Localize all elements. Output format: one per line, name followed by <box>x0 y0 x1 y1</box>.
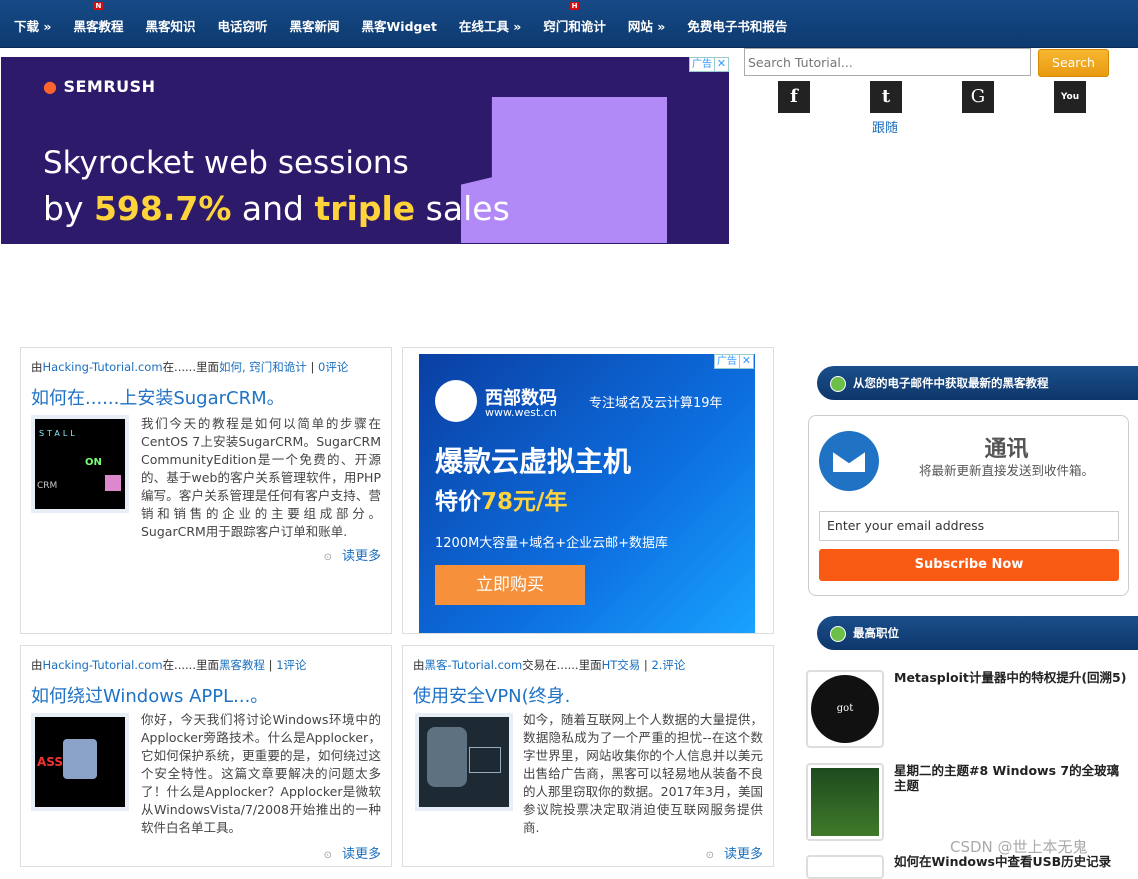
ad2-price: 特价78元/年 <box>435 489 568 515</box>
newsletter-title: 通讯 <box>984 437 1029 462</box>
post-title[interactable]: 使用安全VPN(终身. <box>413 682 570 708</box>
arrow-circle-icon <box>830 626 846 642</box>
post-excerpt: 如今，随着互联网上个人数据的大量提供，数据隐私成为了一个严重的担忧--在这个数字… <box>523 712 763 835</box>
popular-post-title[interactable]: 星期二的主题#8 Windows 7的全玻璃主题 <box>894 763 1130 793</box>
popular-post-title[interactable]: Metasploit计量器中的特权提升(回溯5) <box>894 670 1130 685</box>
nav-item-hacking-knowledge[interactable]: 黑客知识 <box>145 16 195 35</box>
nav-item-tips-tricks[interactable]: H 窍门和诡计 <box>543 2 606 35</box>
post-excerpt: 我们今天的教程是如何以简单的步骤在CentOS 7上安装SugarCRM。Sug… <box>141 416 381 539</box>
nav-item-online-tools[interactable]: 在线工具 » <box>459 16 521 35</box>
watermark: CSDN @世上本无鬼 <box>950 838 1088 856</box>
ad-close-icon[interactable]: ✕ <box>739 354 754 369</box>
nav-item-hacking-tutorial[interactable]: N 黑客教程 <box>73 2 123 35</box>
post-card: 由Hacking-Tutorial.com在......里面黑客教程 | 1评论… <box>20 645 392 867</box>
hot-badge: H <box>569 2 580 10</box>
read-more-link[interactable]: 读更多 <box>706 843 763 862</box>
newsletter-description: 将最新更新直接发送到收件箱。 <box>918 463 1094 478</box>
nav-item-websites[interactable]: 网站 » <box>628 16 665 35</box>
category-link[interactable]: 黑客教程 <box>219 658 265 672</box>
ad2-headline: 爆款云虚拟主机 <box>435 445 632 478</box>
author-link[interactable]: Hacking-Tutorial.com <box>43 360 163 374</box>
comments-link[interactable]: 2.评论 <box>651 658 685 672</box>
twitter-icon[interactable]: t <box>870 81 902 113</box>
post-card: 由黑客-Tutorial.com交易在......里面HT交易 | 2.评论 使… <box>402 645 774 867</box>
post-title[interactable]: 如何绕过Windows APPL...。 <box>31 682 268 708</box>
popular-post-thumbnail[interactable]: got privilege? <box>806 670 884 782</box>
top-navigation: 下载 » N 黑客教程 黑客知识 电话窃听 黑客新闻 黑客Widget 在线工具 … <box>0 0 1138 48</box>
comments-link[interactable]: 0评论 <box>318 360 348 374</box>
post-thumbnail[interactable]: ASS <box>31 713 129 811</box>
post-title[interactable]: 如何在......上安装SugarCRM。 <box>31 384 285 410</box>
nav-item-download[interactable]: 下载 » <box>14 16 51 35</box>
popular-posts-header: 最高职位 <box>817 616 1138 650</box>
ad-card: 西部数码 www.west.cn 专注域名及云计算19年 爆款云虚拟主机 特价7… <box>402 347 774 634</box>
post-meta: 由Hacking-Tutorial.com在......里面黑客教程 | 1评论 <box>31 658 307 672</box>
subscribe-button[interactable]: Subscribe Now <box>819 549 1119 581</box>
arrow-circle-icon <box>830 376 846 392</box>
ad-label[interactable]: 广告 <box>689 57 715 72</box>
category-link[interactable]: 如何, 窍门和诡计 <box>219 360 307 374</box>
ad-headline-1: Skyrocket web sessions <box>43 145 409 181</box>
west-cn-logo-icon <box>435 380 477 422</box>
post-thumbnail[interactable]: STALL ON CRM <box>31 415 129 513</box>
ad-close-icon[interactable]: ✕ <box>714 57 729 72</box>
post-thumbnail[interactable] <box>415 713 513 811</box>
popular-post-thumbnail[interactable] <box>806 855 884 879</box>
nav-menu: 下载 » N 黑客教程 黑客知识 电话窃听 黑客新闻 黑客Widget 在线工具 … <box>14 2 809 35</box>
newsletter-box: 通讯 将最新更新直接发送到收件箱。 Enter your email addre… <box>808 415 1129 596</box>
facebook-icon[interactable]: f <box>778 81 810 113</box>
read-more-link[interactable]: 读更多 <box>324 545 381 564</box>
read-more-link[interactable]: 读更多 <box>324 843 381 862</box>
ad-headline-2: by 598.7% and triple sales <box>43 189 510 228</box>
semrush-logo: ● SEMRUSH <box>43 77 156 96</box>
envelope-icon <box>819 431 879 491</box>
nav-item-hacking-widget[interactable]: 黑客Widget <box>362 16 437 35</box>
post-meta: 由Hacking-Tutorial.com在......里面如何, 窍门和诡计 … <box>31 360 349 374</box>
post-card: 由Hacking-Tutorial.com在......里面如何, 窍门和诡计 … <box>20 347 392 634</box>
search-input[interactable] <box>744 48 1031 76</box>
author-link[interactable]: Hacking-Tutorial.com <box>43 658 163 672</box>
follow-link[interactable]: 跟随 <box>872 117 898 136</box>
ad-label[interactable]: 广告 <box>714 354 740 369</box>
nav-item-free-ebooks[interactable]: 免费电子书和报告 <box>687 16 787 35</box>
semrush-banner-ad[interactable]: ● SEMRUSH Skyrocket web sessions by 598.7… <box>1 57 729 244</box>
popular-post-thumbnail[interactable] <box>806 763 884 841</box>
author-link[interactable]: 黑客-Tutorial.com <box>425 658 523 672</box>
subscribe-section-header: 从您的电子邮件中获取最新的黑客教程 <box>817 366 1138 400</box>
post-excerpt: 你好，今天我们将讨论Windows环境中的Applocker旁路技术。什么是Ap… <box>141 712 381 835</box>
buy-now-button[interactable]: 立即购买 <box>435 565 585 605</box>
west-cn-ad[interactable]: 西部数码 www.west.cn 专注域名及云计算19年 爆款云虚拟主机 特价7… <box>419 354 755 633</box>
comments-link[interactable]: 1评论 <box>276 658 306 672</box>
new-badge: N <box>93 2 104 10</box>
nav-item-hacking-news[interactable]: 黑客新闻 <box>289 16 339 35</box>
nav-item-phone-tapping[interactable]: 电话窃听 <box>217 16 267 35</box>
google-icon[interactable]: G <box>962 81 994 113</box>
search-button[interactable]: Search <box>1038 49 1109 77</box>
email-field[interactable]: Enter your email address <box>819 511 1119 541</box>
youtube-icon[interactable]: You <box>1054 81 1086 113</box>
post-meta: 由黑客-Tutorial.com交易在......里面HT交易 | 2.评论 <box>413 658 686 672</box>
category-link[interactable]: HT交易 <box>602 658 641 672</box>
